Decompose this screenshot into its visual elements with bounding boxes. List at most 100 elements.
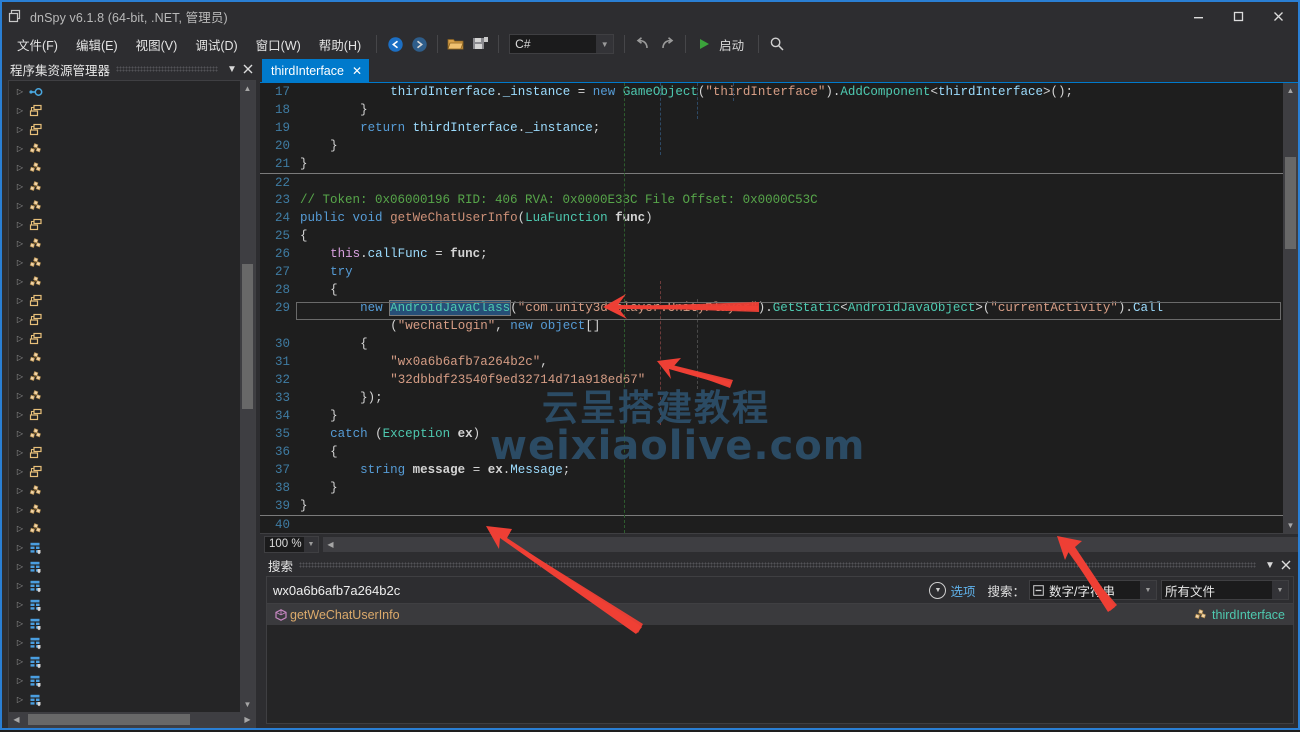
expander-icon[interactable]: ▷ <box>13 448 27 457</box>
vscroll-track[interactable] <box>240 96 255 697</box>
tree-item-socketstatus[interactable]: ▷ <box>9 443 240 462</box>
expander-icon[interactable]: ▷ <box>13 695 27 704</box>
chevron-down-icon[interactable]: ▼ <box>224 61 240 77</box>
tree-item-length[interactable]: ▷ <box>9 120 240 139</box>
code-line[interactable]: 23// Token: 0x06000196 RID: 406 RVA: 0x0… <box>260 191 1283 209</box>
tree-horizontal-scrollbar[interactable]: ◀ ▶ <box>9 712 255 727</box>
code-text[interactable] <box>296 516 300 533</box>
expander-icon[interactable]: ▷ <box>13 220 27 229</box>
code-line[interactable]: 28 { <box>260 281 1283 299</box>
code-text[interactable]: "32dbbdf23540f9ed32714d71a918ed67" <box>296 371 645 389</box>
start-button-label[interactable]: 启动 <box>716 35 752 54</box>
expander-icon[interactable]: ▷ <box>13 619 27 628</box>
tree-item-tagdatahead[interactable]: ▷ <box>9 595 240 614</box>
code-text[interactable]: "wx0a6b6afb7a264b2c", <box>296 353 548 371</box>
code-text[interactable]: } <box>296 155 308 173</box>
tree-item-request[interactable]: ▷ <box>9 310 240 329</box>
expander-icon[interactable]: ▷ <box>13 600 27 609</box>
tree-item-serverdataitem[interactable]: ▷ <box>9 348 240 367</box>
code-text[interactable]: try <box>296 263 353 281</box>
search-results-list[interactable]: getWeChatUserInfothirdInterface <box>267 604 1293 723</box>
tree-item-kn[interactable]: ▷ <box>9 101 240 120</box>
vscroll-track[interactable] <box>1283 98 1298 518</box>
code-line[interactable]: 17 thirdInterface._instance = new GameOb… <box>260 83 1283 101</box>
code-text[interactable]: } <box>296 407 338 425</box>
expander-icon[interactable]: ▷ <box>13 543 27 552</box>
tree-item-tagsenddatarequest[interactable]: ▷ <box>9 652 240 671</box>
tab-close-icon[interactable]: ✕ <box>352 64 362 78</box>
back-arrow-icon[interactable] <box>383 33 407 55</box>
tree-item-luacallcs[interactable]: ▷ <box>9 139 240 158</box>
minimize-button[interactable] <box>1178 2 1218 30</box>
code-text[interactable]: public void getWeChatUserInfo(LuaFunctio… <box>296 209 653 227</box>
code-line[interactable]: 38 } <box>260 479 1283 497</box>
expander-icon[interactable]: ▷ <box>13 201 27 210</box>
code-text[interactable]: { <box>296 443 338 461</box>
expander-icon[interactable]: ▷ <box>13 467 27 476</box>
undo-icon[interactable] <box>631 33 655 55</box>
search-result-row[interactable]: getWeChatUserInfothirdInterface <box>267 604 1293 625</box>
play-icon[interactable] <box>692 33 716 55</box>
tree-vertical-scrollbar[interactable]: ▲ ▼ <box>240 81 255 712</box>
code-line[interactable]: 37 string message = ex.Message; <box>260 461 1283 479</box>
code-line[interactable]: 25{ <box>260 227 1283 245</box>
vscroll-thumb[interactable] <box>242 264 253 408</box>
code-text[interactable]: } <box>296 479 338 497</box>
menu-view[interactable]: 视图(V) <box>127 31 187 58</box>
expander-icon[interactable]: ▷ <box>13 429 27 438</box>
code-line[interactable]: 26 this.callFunc = func; <box>260 245 1283 263</box>
code-text[interactable]: } <box>296 497 308 515</box>
menu-help[interactable]: 帮助(H) <box>310 31 370 58</box>
expander-icon[interactable]: ▷ <box>13 524 27 533</box>
language-combobox[interactable]: C# ▼ <box>509 34 614 54</box>
code-line[interactable]: 19 return thirdInterface._instance; <box>260 119 1283 137</box>
tree-item-tagburtheninfo[interactable]: ▷ <box>9 538 240 557</box>
chevron-down-icon[interactable]: ▼ <box>596 35 613 53</box>
menu-debug[interactable]: 调试(D) <box>186 31 246 58</box>
chevron-down-icon[interactable]: ▼ <box>1262 557 1278 573</box>
code-line[interactable]: ("wechatLogin", new object[] <box>260 317 1283 335</box>
expander-icon[interactable]: ▷ <box>13 486 27 495</box>
expander-icon[interactable]: ▷ <box>13 87 27 96</box>
zoom-combobox[interactable]: 100 % ▼ <box>264 536 319 553</box>
tree-item-messagedownloadstat-[interactable]: ▷ <box>9 215 240 234</box>
tree-item-showfps[interactable]: ▷ <box>9 386 240 405</box>
code-line[interactable]: 39} <box>260 497 1283 515</box>
code-text[interactable]: // Token: 0x06000196 RID: 406 RVA: 0x000… <box>296 191 818 209</box>
tree-item-osthread[interactable]: ▷ <box>9 272 240 291</box>
selected-token[interactable]: AndroidJavaClass <box>390 301 510 315</box>
tree-item-speechinfo[interactable]: ▷ <box>9 481 240 500</box>
tree-item-quotiety[interactable]: ▷ <box>9 291 240 310</box>
tree-item-sendstatus[interactable]: ▷ <box>9 329 240 348</box>
tree-item-tagdatabuffer[interactable]: ▷ <box>9 576 240 595</box>
code-line[interactable]: 27 try <box>260 263 1283 281</box>
hscroll-thumb[interactable] <box>28 714 190 725</box>
expander-icon[interactable]: ▷ <box>13 657 27 666</box>
tree-item-tcp-command[interactable]: ▷ <box>9 671 240 690</box>
code-text[interactable]: catch (Exception ex) <box>296 425 480 443</box>
search-scope-combobox[interactable]: 所有文件 ▼ <box>1161 580 1289 600</box>
tree-item-mainscene[interactable]: ▷ <box>9 158 240 177</box>
code-line[interactable]: 40 <box>260 515 1283 533</box>
expander-icon[interactable]: ▷ <box>13 106 27 115</box>
vscroll-thumb[interactable] <box>1285 157 1296 249</box>
code-text[interactable]: } <box>296 137 338 155</box>
expander-icon[interactable]: ▷ <box>13 581 27 590</box>
scroll-down-icon[interactable]: ▼ <box>240 697 255 712</box>
code-text[interactable]: { <box>296 335 368 353</box>
expander-icon[interactable]: ▷ <box>13 353 27 362</box>
tree-item-socket-ver[interactable]: ▷ <box>9 462 240 481</box>
code-text[interactable]: ("wechatLogin", new object[] <box>296 317 600 335</box>
expander-icon[interactable]: ▷ <box>13 676 27 685</box>
scroll-up-icon[interactable]: ▲ <box>1283 83 1298 98</box>
editor-horizontal-scrollbar[interactable]: ◀ <box>323 537 1298 552</box>
expander-icon[interactable]: ▷ <box>13 239 27 248</box>
expander-icon[interactable]: ▷ <box>13 182 27 191</box>
drag-handle[interactable] <box>116 66 218 72</box>
code-text[interactable]: return thirdInterface._instance; <box>296 119 600 137</box>
code-line[interactable]: 22 <box>260 173 1283 191</box>
code-text[interactable]: string message = ex.Message; <box>296 461 570 479</box>
menu-window[interactable]: 窗口(W) <box>247 31 310 58</box>
code-line[interactable]: 31 "wx0a6b6afb7a264b2c", <box>260 353 1283 371</box>
code-line[interactable]: 34 } <box>260 407 1283 425</box>
